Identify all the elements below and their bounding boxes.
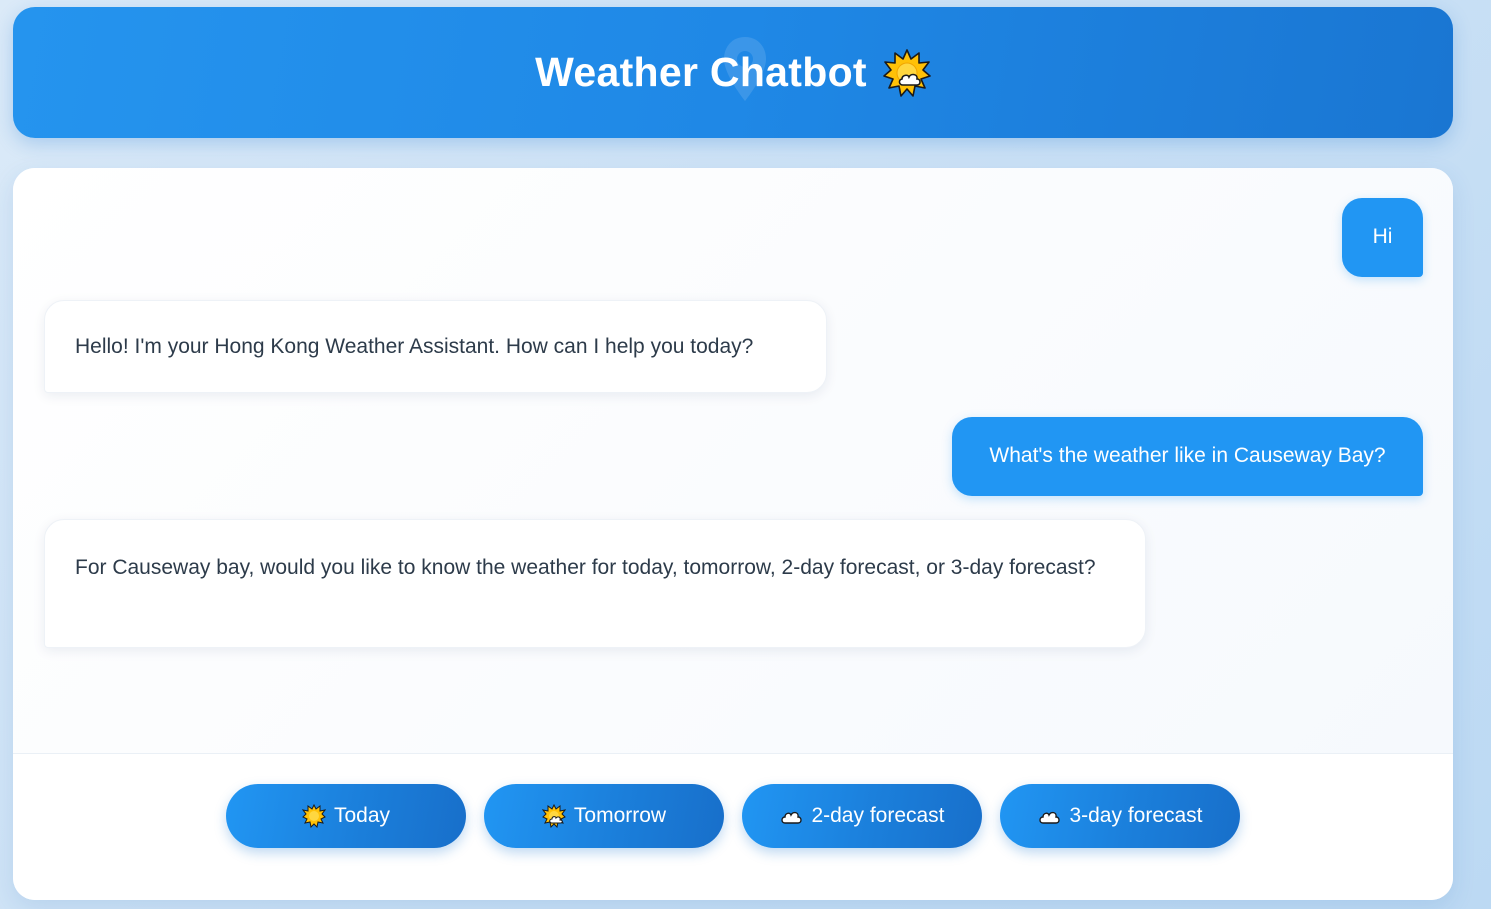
chat-panel: Hi Hello! I'm your Hong Kong Weather Ass… [13, 168, 1453, 900]
sun-behind-cloud-icon [541, 804, 566, 828]
button-label: Tomorrow [573, 804, 667, 827]
two-day-forecast-button[interactable]: 2-day forecast [742, 784, 982, 848]
sun-behind-cloud-icon [883, 48, 931, 97]
user-message: Hi [1342, 198, 1423, 277]
cloud-icon [781, 811, 803, 824]
bot-message: For Causeway bay, would you like to know… [44, 519, 1146, 648]
today-button[interactable]: Today [226, 784, 466, 848]
cloud-icon [1039, 811, 1061, 824]
message-text: Hello! I'm your Hong Kong Weather Assist… [75, 335, 754, 358]
user-message: What's the weather like in Causeway Bay? [952, 417, 1423, 496]
button-label: Today [333, 804, 391, 827]
button-label: 3-day forecast [1069, 804, 1203, 827]
three-day-forecast-button[interactable]: 3-day forecast [1000, 784, 1240, 848]
message-text: Hi [1372, 225, 1393, 248]
quick-reply-bar: Today Tomorrow 2-day forecast 3-day fore… [13, 754, 1453, 900]
message-list[interactable]: Hi Hello! I'm your Hong Kong Weather Ass… [13, 168, 1453, 753]
message-text: For Causeway bay, would you like to know… [75, 556, 1096, 579]
message-text: What's the weather like in Causeway Bay? [989, 444, 1386, 467]
header-title-group: Weather Chatbot [535, 48, 931, 97]
bot-message: Hello! I'm your Hong Kong Weather Assist… [44, 300, 827, 393]
chatbot-header: Weather Chatbot [13, 7, 1453, 138]
tomorrow-button[interactable]: Tomorrow [484, 784, 724, 848]
sun-icon [301, 804, 326, 828]
page-title: Weather Chatbot [535, 49, 867, 95]
button-label: 2-day forecast [811, 804, 945, 827]
